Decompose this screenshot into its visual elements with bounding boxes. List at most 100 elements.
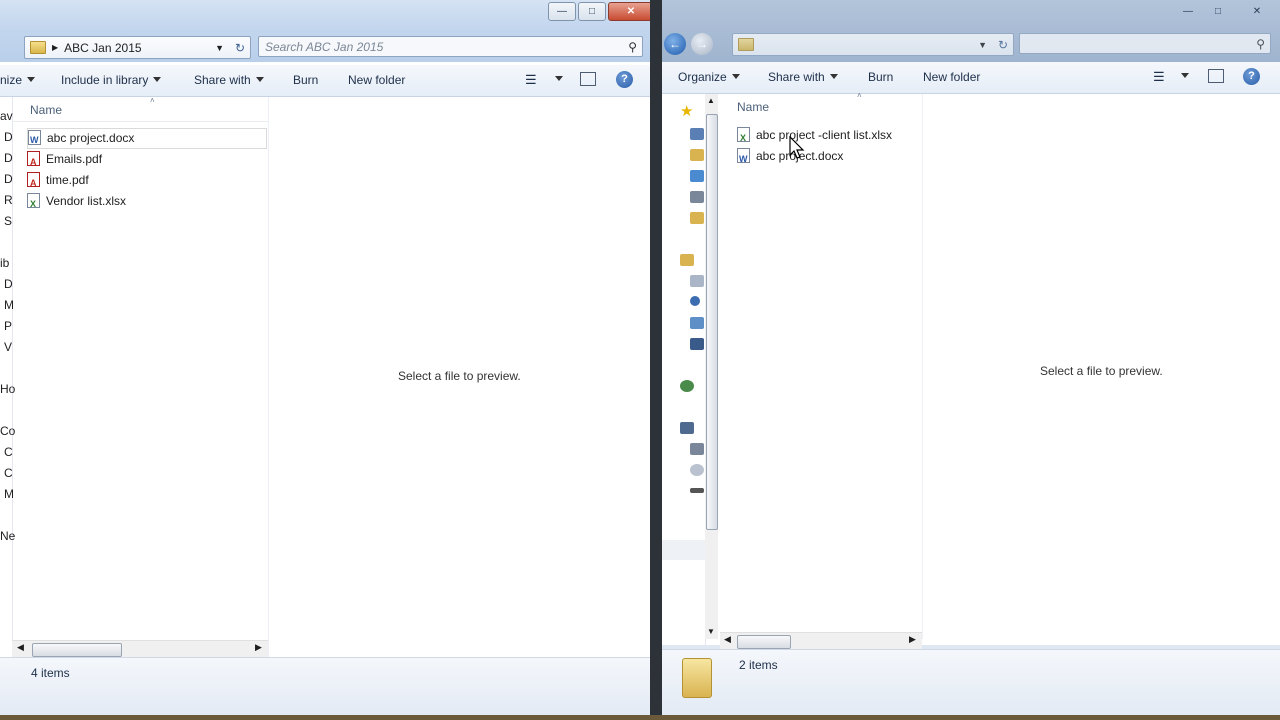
minimize-button[interactable]: —	[1174, 2, 1202, 21]
file-row[interactable]: Vendor list.xlsx	[27, 191, 267, 215]
nav-item[interactable]: M	[4, 298, 14, 312]
maximize-button[interactable]: □	[578, 2, 606, 21]
address-bar[interactable]: ▼ ↻	[732, 33, 1014, 56]
nav-item[interactable]: av	[0, 109, 13, 123]
nav-item[interactable]: P	[4, 319, 12, 333]
network-item[interactable]	[662, 540, 705, 560]
scroll-right-icon[interactable]: ▶	[255, 642, 262, 653]
nav-item[interactable]: S	[4, 214, 12, 228]
file-row[interactable]: abc project -client list.xlsx	[737, 125, 922, 149]
scroll-thumb[interactable]	[32, 643, 122, 657]
back-arrow-icon[interactable]: ←	[664, 33, 686, 55]
nav-item[interactable]: ib	[0, 256, 9, 270]
folder-icon[interactable]	[690, 212, 704, 224]
preview-pane-icon[interactable]	[1208, 69, 1224, 83]
address-dropdown-icon[interactable]: ▼	[215, 43, 224, 53]
burn-button[interactable]: Burn	[868, 70, 893, 84]
nav-item[interactable]: D	[4, 151, 13, 165]
videos-icon[interactable]	[690, 338, 704, 350]
documents-icon[interactable]	[690, 275, 704, 287]
sort-up-icon: ˄	[150, 96, 155, 105]
refresh-icon[interactable]: ↻	[998, 38, 1008, 52]
views-icon[interactable]: ☰	[1153, 69, 1165, 85]
help-icon[interactable]: ?	[1243, 68, 1260, 85]
nav-item[interactable]: R	[4, 193, 13, 207]
scroll-left-icon[interactable]: ◀	[17, 642, 24, 653]
forward-arrow-icon[interactable]: →	[691, 33, 713, 55]
folder-icon	[738, 38, 754, 51]
include-label: Include in library	[61, 73, 149, 87]
organize-menu[interactable]: Organize	[678, 70, 740, 84]
views-icon[interactable]: ☰	[525, 72, 537, 88]
organize-menu[interactable]: nize	[0, 73, 36, 87]
column-header-label: Name	[737, 100, 770, 114]
pdf-file-icon	[27, 151, 40, 173]
maximize-button[interactable]: □	[1204, 2, 1232, 21]
file-row[interactable]: Emails.pdf	[27, 149, 267, 173]
preview-pane-icon[interactable]	[580, 72, 596, 86]
search-input[interactable]: ⚲	[1019, 33, 1271, 54]
close-button[interactable]: ✕	[608, 2, 650, 21]
left-explorer-window: — □ ✕ ▶ ABC Jan 2015 ▼ ↻ Search ABC Jan …	[0, 0, 650, 718]
include-in-library-menu[interactable]: Include in library	[61, 73, 162, 87]
file-row[interactable]: abc project.docx	[27, 128, 267, 150]
column-header-name[interactable]: Name ˄	[12, 96, 268, 122]
nav-item[interactable]: Co	[0, 424, 15, 438]
music-icon[interactable]	[690, 296, 700, 306]
help-icon[interactable]: ?	[616, 71, 633, 88]
libraries-icon[interactable]	[680, 254, 694, 266]
file-row[interactable]: abc project.docx	[737, 146, 922, 170]
scroll-down-icon[interactable]: ▼	[707, 627, 715, 636]
close-button[interactable]: ✕	[1234, 2, 1280, 21]
search-icon[interactable]: ⚲	[1256, 37, 1265, 51]
search-icon[interactable]: ⚲	[628, 40, 637, 54]
nav-item[interactable]: M	[4, 487, 14, 501]
recent-places-icon[interactable]	[690, 191, 704, 203]
nav-item[interactable]: Ne	[0, 529, 15, 543]
dvd-drive-icon[interactable]	[690, 464, 704, 476]
file-row[interactable]: time.pdf	[27, 170, 267, 194]
desktop-icon[interactable]	[690, 128, 704, 140]
dropbox-icon[interactable]	[690, 170, 704, 182]
favorites-star-icon[interactable]: ★	[680, 102, 693, 120]
nav-item[interactable]: D	[4, 277, 13, 291]
breadcrumb[interactable]: ABC Jan 2015	[64, 41, 141, 55]
drive-c-icon[interactable]	[690, 443, 704, 455]
share-with-menu[interactable]: Share with	[768, 70, 838, 84]
folder-large-icon	[682, 658, 712, 698]
breadcrumb-chevron-icon: ▶	[52, 43, 59, 52]
caret-down-icon	[829, 74, 838, 79]
new-folder-button[interactable]: New folder	[348, 73, 405, 87]
column-header-name[interactable]: Name ˄	[720, 91, 922, 118]
share-with-menu[interactable]: Share with	[194, 73, 264, 87]
refresh-icon[interactable]: ↻	[235, 41, 245, 55]
downloads-icon[interactable]	[690, 149, 704, 161]
left-horizontal-scrollbar[interactable]: ◀ ▶	[12, 640, 268, 657]
homegroup-icon[interactable]	[680, 380, 694, 392]
computer-icon[interactable]	[680, 422, 694, 434]
nav-scroll-thumb[interactable]	[706, 114, 718, 530]
pictures-icon[interactable]	[690, 317, 704, 329]
nav-item[interactable]: V	[4, 340, 12, 354]
nav-item[interactable]: Ho	[0, 382, 15, 396]
nav-item[interactable]: D	[4, 130, 13, 144]
right-horizontal-scrollbar[interactable]: ◀ ▶	[720, 632, 922, 649]
views-dropdown[interactable]	[1176, 69, 1189, 83]
xls-file-icon	[27, 193, 40, 215]
scroll-right-icon[interactable]: ▶	[909, 634, 916, 645]
new-folder-button[interactable]: New folder	[923, 70, 980, 84]
scroll-left-icon[interactable]: ◀	[724, 634, 731, 645]
nav-item[interactable]: C	[4, 466, 13, 480]
nav-item[interactable]: C	[4, 445, 13, 459]
scroll-up-icon[interactable]: ▲	[707, 96, 715, 105]
views-dropdown[interactable]	[550, 72, 563, 86]
minimize-button[interactable]: —	[548, 2, 576, 21]
address-bar[interactable]: ▶ ABC Jan 2015 ▼ ↻	[24, 36, 251, 59]
search-input[interactable]: Search ABC Jan 2015 ⚲	[258, 36, 643, 57]
removable-drive-icon[interactable]	[690, 488, 704, 493]
nav-vertical-scrollbar[interactable]: ▲ ▼	[705, 94, 718, 639]
nav-item[interactable]: D	[4, 172, 13, 186]
scroll-thumb[interactable]	[737, 635, 791, 649]
address-dropdown-icon[interactable]: ▼	[978, 40, 987, 50]
burn-button[interactable]: Burn	[293, 73, 318, 87]
